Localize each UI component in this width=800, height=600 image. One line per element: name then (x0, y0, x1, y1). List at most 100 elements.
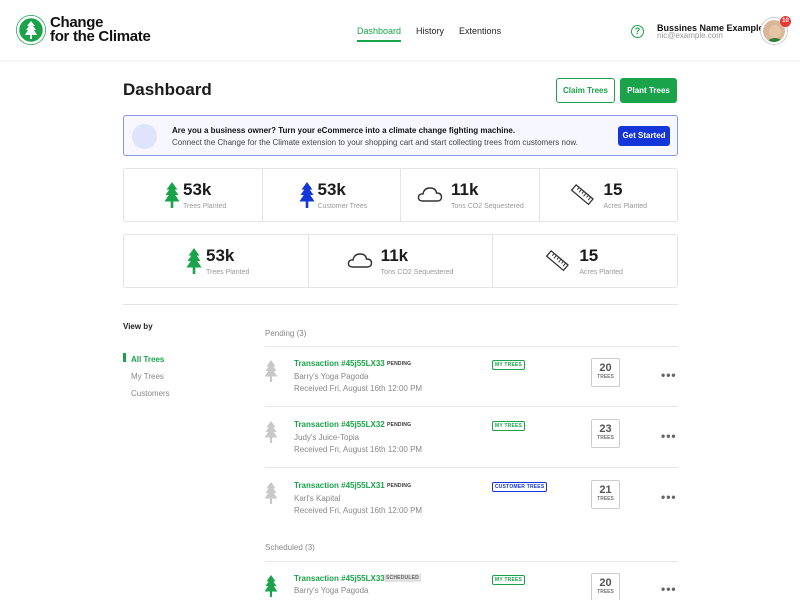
tree-count-unit: TREES (597, 589, 614, 595)
stat-customer-trees: 53k Customer Trees (263, 169, 401, 221)
cloud-icon (417, 187, 443, 202)
banner-illustration (132, 124, 157, 149)
filter-my-trees[interactable]: My Trees (131, 372, 164, 381)
stat-value: 11k (380, 246, 409, 265)
get-started-button[interactable]: Get Started (618, 126, 670, 146)
divider (265, 406, 678, 407)
received-date: Received Fri, August 16th 12:00 PM (294, 384, 423, 393)
stat-label: Acres Planted (603, 203, 648, 210)
tree-type-tag: MY TREES (492, 575, 526, 585)
active-indicator (123, 353, 126, 362)
tree-count: 23 TREES (591, 419, 620, 448)
tree-icon (182, 248, 206, 274)
stat-value: 53k (317, 180, 346, 199)
tree-type-tag: CUSTOMER TREES (492, 482, 548, 492)
status-badge: SCHEDULED (384, 574, 421, 582)
nav-extentions[interactable]: Extentions (459, 26, 501, 42)
transaction-title[interactable]: Transaction #45j55LX32 (294, 420, 385, 429)
stat-co2: 11k Tons CO2 Sequestered (401, 169, 540, 221)
tree-icon (264, 575, 278, 597)
main-nav: Dashboard History Extentions (357, 26, 516, 42)
tree-icon (160, 182, 184, 208)
stat-value: 53k (206, 246, 235, 265)
business-owner-banner: Are you a business owner? Turn your eCom… (123, 115, 678, 156)
plant-trees-button[interactable]: Plant Trees (620, 78, 677, 103)
tree-count-value: 23 (599, 423, 612, 435)
ruler-icon (546, 249, 570, 272)
tree-count: 20 TREES (591, 573, 620, 600)
tree-count-value: 21 (599, 484, 612, 496)
logo[interactable]: Change for the Climate (16, 15, 151, 45)
more-options-icon[interactable]: ••• (661, 490, 677, 504)
transaction-title[interactable]: Transaction #45j55LX33 (294, 574, 385, 583)
more-options-icon[interactable]: ••• (661, 429, 677, 443)
stats-row-2: 53k Trees Planted 11k Tons CO2 Sequester… (123, 234, 678, 288)
business-name: Judy's Juice-Topia (294, 433, 360, 442)
stat-acres: 15 Acres Planted (540, 169, 678, 221)
stat-label: Acres Planted (579, 269, 623, 276)
claim-trees-button[interactable]: Claim Trees (556, 78, 615, 103)
stat-label: Tons CO2 Sequestered (451, 203, 524, 210)
stat-trees-planted: 53k Trees Planted (124, 235, 309, 287)
page-title: Dashboard (123, 80, 212, 99)
help-icon[interactable]: ? (631, 25, 644, 38)
nav-dashboard[interactable]: Dashboard (357, 26, 402, 42)
divider (265, 561, 678, 562)
stats-row-1: 53k Trees Planted 53k Customer Trees 11k… (123, 168, 678, 222)
stat-acres: 15 Acres Planted (493, 235, 677, 287)
divider (265, 346, 678, 347)
cloud-icon (347, 253, 372, 268)
transaction-title[interactable]: Transaction #45j55LX33 (294, 359, 385, 368)
stat-co2: 11k Tons CO2 Sequestered (309, 235, 494, 287)
ruler-icon (570, 183, 594, 206)
section-divider (123, 304, 678, 305)
stat-label: Trees Planted (183, 203, 227, 210)
view-by-title: View by (123, 322, 153, 331)
avatar-shirt (765, 38, 785, 42)
transaction-title[interactable]: Transaction #45j55LX31 (294, 481, 385, 490)
tree-count-unit: TREES (597, 435, 614, 441)
tree-icon (264, 482, 278, 504)
stat-value: 15 (579, 246, 599, 265)
tree-type-tag: MY TREES (492, 421, 526, 431)
notification-badge: 10 (780, 16, 791, 27)
tree-count-unit: TREES (597, 496, 614, 502)
filter-customers[interactable]: Customers (131, 389, 170, 398)
business-name: Karl's Kapital (294, 494, 341, 503)
tree-count: 20 TREES (591, 358, 620, 387)
status-badge: PENDING (387, 361, 412, 367)
tree-icon (295, 182, 319, 208)
banner-subtitle: Connect the Change for the Climate exten… (172, 138, 578, 147)
received-date: Received Fri, August 16th 12:00 PM (294, 506, 423, 515)
tree-count-value: 20 (599, 577, 612, 589)
tree-count-value: 20 (599, 362, 612, 374)
status-badge: PENDING (387, 483, 412, 489)
logo-line-2: for the Climate (50, 28, 151, 45)
pending-section-label: Pending (3) (265, 329, 307, 338)
stat-value: 15 (603, 180, 623, 199)
logo-tree-icon (16, 15, 46, 45)
received-date: Received Fri, August 16th 12:00 PM (294, 445, 423, 454)
tree-count-unit: TREES (597, 374, 614, 380)
top-header: Change for the Climate Dashboard History… (0, 0, 800, 60)
stat-label: Customer Trees (317, 203, 368, 210)
tree-icon (264, 360, 278, 382)
stat-value: 53k (183, 180, 212, 199)
more-options-icon[interactable]: ••• (661, 368, 677, 382)
avatar-face (769, 25, 781, 39)
status-badge: PENDING (387, 422, 412, 428)
filter-all-trees[interactable]: All Trees (131, 355, 164, 364)
tree-icon (264, 421, 278, 443)
stat-trees-planted: 53k Trees Planted (124, 169, 263, 221)
banner-title: Are you a business owner? Turn your eCom… (172, 126, 516, 135)
stat-label: Trees Planted (206, 269, 250, 276)
scheduled-section-label: Scheduled (3) (265, 543, 315, 552)
tree-type-tag: MY TREES (492, 360, 526, 370)
stat-label: Tons CO2 Sequestered (380, 269, 454, 276)
more-options-icon[interactable]: ••• (661, 582, 677, 596)
nav-history[interactable]: History (416, 26, 444, 42)
divider (265, 467, 678, 468)
business-name: Barry's Yoga Pagoda (294, 586, 369, 595)
stat-value: 11k (451, 180, 479, 199)
business-name: Barry's Yoga Pagoda (294, 372, 369, 381)
